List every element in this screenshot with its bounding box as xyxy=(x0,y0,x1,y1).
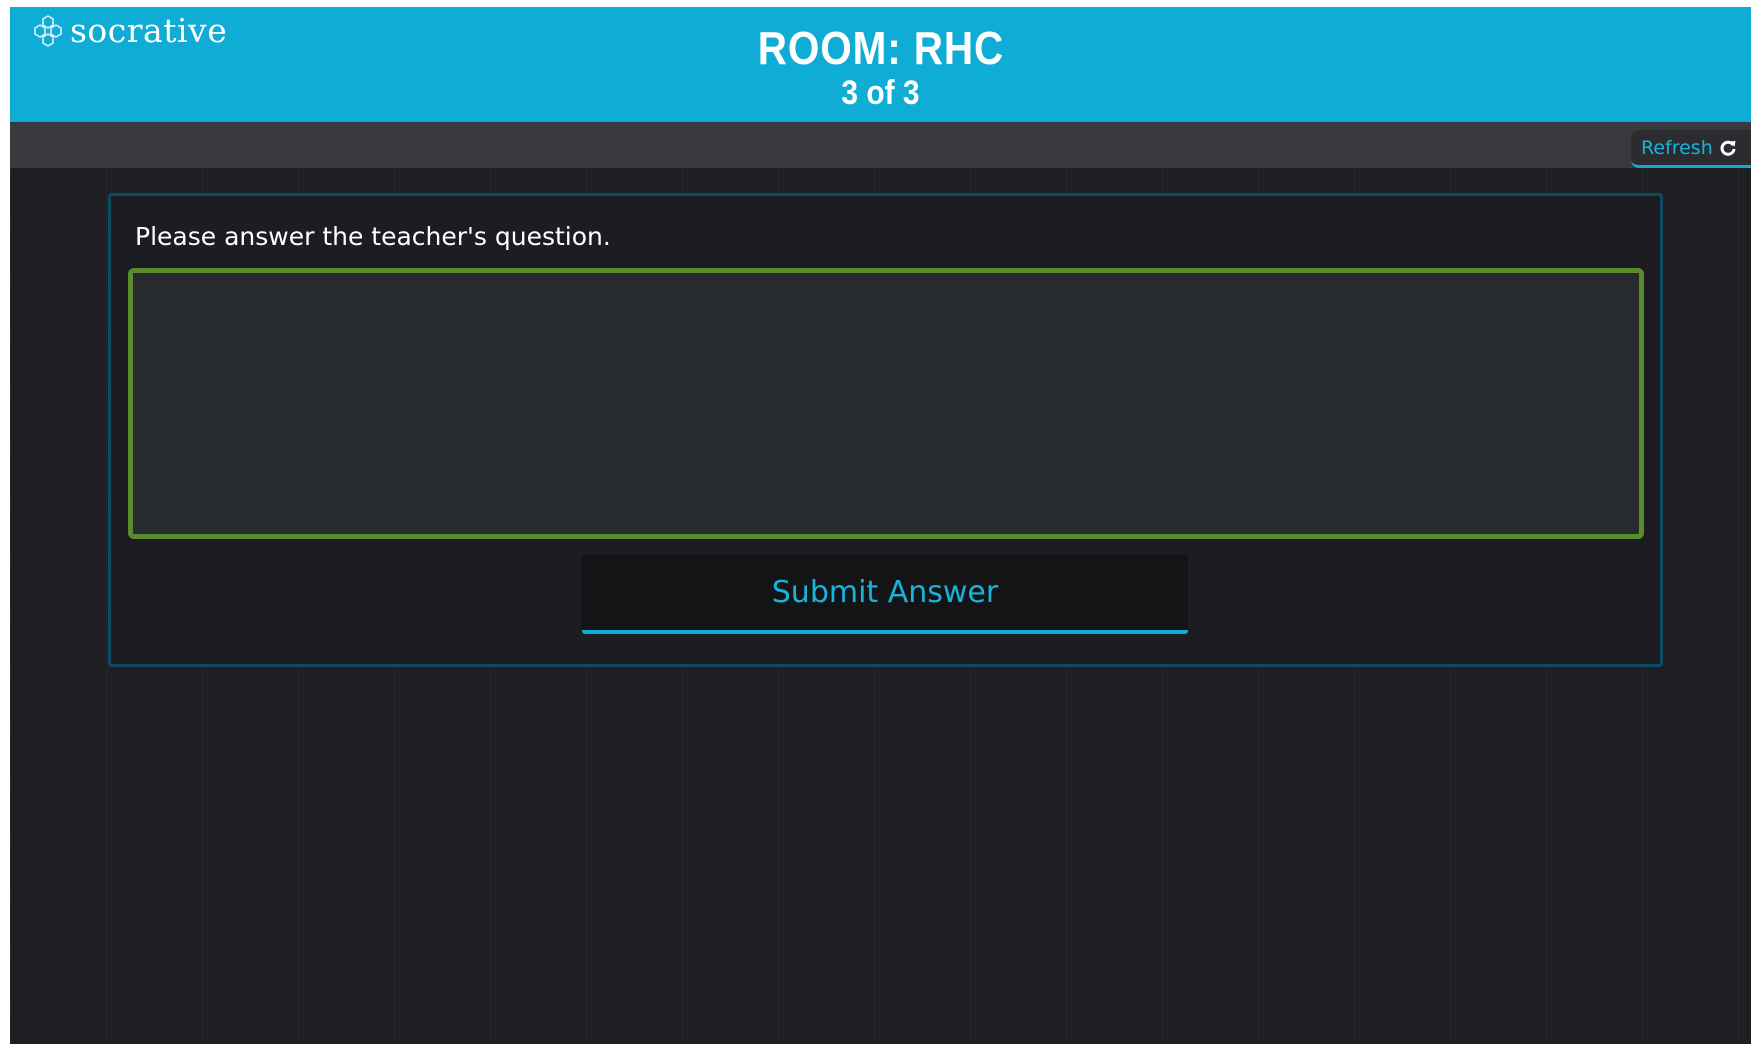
refresh-button[interactable]: Refresh xyxy=(1631,130,1751,168)
submit-answer-button[interactable]: Submit Answer xyxy=(582,554,1188,634)
app-window: socrative ROOM: RHC 3 of 3 Refresh Pleas… xyxy=(10,7,1751,1044)
refresh-icon xyxy=(1720,140,1736,156)
header-bar: socrative ROOM: RHC 3 of 3 xyxy=(10,7,1751,122)
answer-input[interactable] xyxy=(128,268,1644,539)
refresh-label: Refresh xyxy=(1641,136,1713,159)
question-card: Please answer the teacher's question. Su… xyxy=(108,193,1663,667)
room-info: ROOM: RHC 3 of 3 xyxy=(10,23,1751,113)
question-prompt: Please answer the teacher's question. xyxy=(135,222,611,251)
question-progress: 3 of 3 xyxy=(841,74,920,112)
room-title: ROOM: RHC xyxy=(757,22,1004,74)
main-content: Please answer the teacher's question. Su… xyxy=(10,168,1751,1044)
sub-toolbar: Refresh xyxy=(10,122,1751,168)
